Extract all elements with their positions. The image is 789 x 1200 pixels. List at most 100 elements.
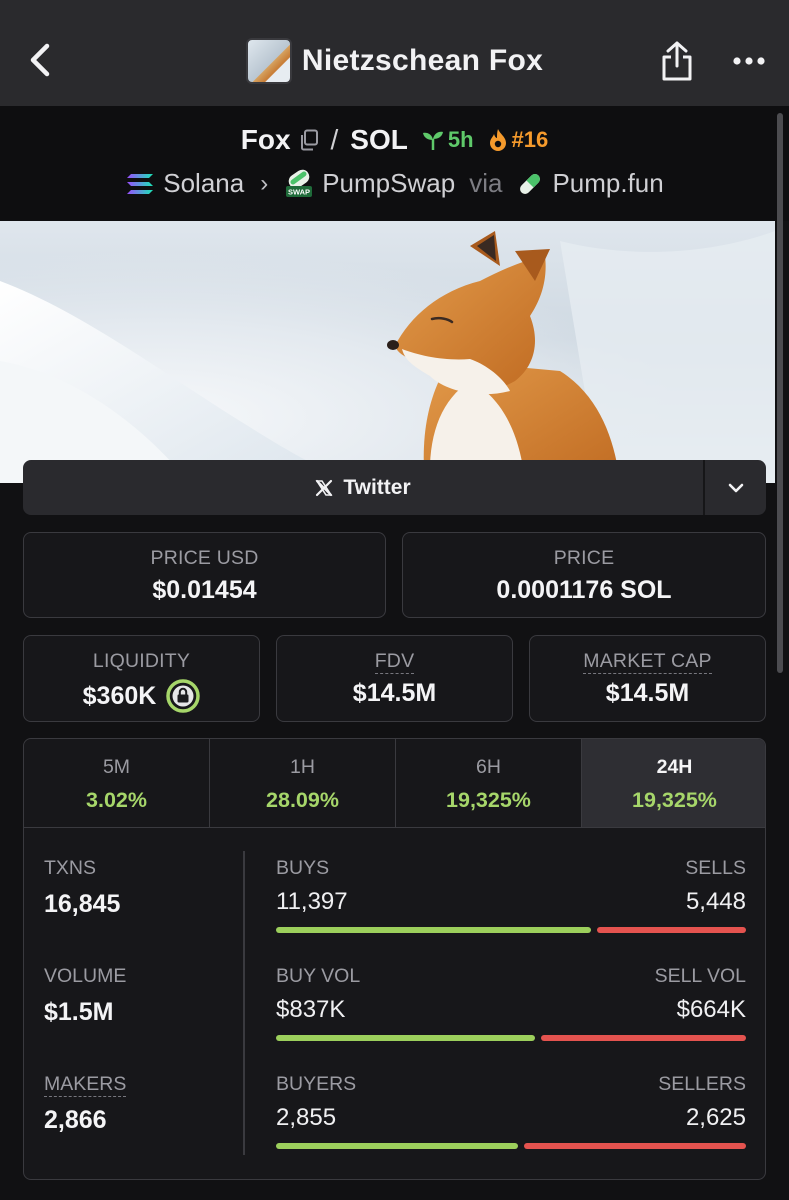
share-icon: [662, 41, 692, 81]
copy-icon[interactable]: [299, 129, 319, 151]
token-avatar: [245, 38, 292, 84]
sell-vol-bar-fill: [541, 1035, 746, 1041]
top-nav-bar: Nietzschean Fox: [0, 0, 789, 106]
txns-label: TXNS: [44, 857, 97, 879]
lock-icon[interactable]: [166, 679, 201, 713]
buy-vol-value: $837K: [276, 996, 346, 1023]
fdv-label[interactable]: FDV: [374, 650, 415, 674]
makers-value: 2,866: [44, 1106, 107, 1134]
txns-metric: TXNS 16,845: [44, 857, 120, 919]
tab-5m[interactable]: 5M 3.02%: [24, 739, 210, 827]
liquidity-card: LIQUIDITY $360K: [23, 635, 260, 722]
quote-symbol: SOL: [350, 124, 408, 155]
fdv-value: $14.5M: [352, 679, 437, 707]
buy-vol-label: BUY VOL: [276, 965, 361, 987]
sell-vol-label: SELL VOL: [654, 965, 746, 987]
buys-sells-bar: [276, 927, 746, 933]
solana-icon: [127, 173, 154, 194]
makers-metric: MAKERS 2,866: [44, 1073, 127, 1135]
liquidity-value: $360K: [82, 681, 157, 710]
sellers-value: 2,625: [685, 1104, 746, 1131]
market-cap-card: MARKET CAP $14.5M: [529, 635, 766, 722]
volume-value: $1.5M: [44, 998, 114, 1026]
buyers-label: BUYERS: [276, 1073, 357, 1095]
pair-title: Fox / SOL 5h #16: [0, 124, 789, 156]
buyers-sellers-split: BUYERS SELLERS 2,855 2,625: [276, 1073, 746, 1149]
sellers-bar-fill: [523, 1143, 746, 1149]
fdv-card: FDV $14.5M: [276, 635, 513, 722]
tab-6h-change: 19,325%: [446, 788, 531, 812]
tab-24h-change: 19,325%: [632, 788, 717, 812]
seedling-icon: [422, 131, 443, 150]
tab-5m-change: 3.02%: [86, 788, 147, 812]
timeframe-tabs: 5M 3.02% 1H 28.09% 6H 19,325% 24H 19,325…: [24, 739, 765, 828]
makers-label[interactable]: MAKERS: [44, 1073, 127, 1097]
tab-5m-label: 5M: [102, 756, 131, 778]
pill-icon: [520, 173, 541, 194]
buys-bar-fill: [276, 927, 592, 933]
buy-sell-volume-split: BUY VOL SELL VOL $837K $664K: [276, 965, 746, 1041]
liquidity-label: LIQUIDITY: [92, 650, 191, 672]
buyers-bar-fill: [276, 1143, 518, 1149]
buyers-value: 2,855: [276, 1104, 337, 1131]
sell-vol-value: $664K: [676, 996, 746, 1023]
trending-rank-badge: #16: [488, 127, 549, 153]
sells-value: 5,448: [685, 888, 746, 915]
chevron-down-icon: [728, 483, 743, 492]
market-cap-value: $14.5M: [605, 679, 690, 707]
tab-1h-label: 1H: [290, 756, 315, 778]
flame-icon: [489, 129, 506, 151]
twitter-button[interactable]: Twitter: [23, 460, 703, 515]
pair-age: 5h: [447, 127, 474, 152]
x-logo-icon: [315, 479, 333, 496]
fox-banner-illustration: [0, 231, 775, 483]
via-text: via: [469, 168, 503, 198]
sells-label: SELLS: [685, 857, 746, 879]
twitter-label: Twitter: [343, 475, 411, 499]
pumpswap-icon: SWAP: [286, 169, 313, 197]
token-banner-image: [0, 221, 775, 483]
trading-stats-panel: 5M 3.02% 1H 28.09% 6H 19,325% 24H 19,325…: [23, 738, 766, 1180]
pair-age-badge: 5h: [422, 127, 474, 153]
price-usd-label: PRICE USD: [150, 547, 259, 569]
sells-bar-fill: [597, 927, 746, 933]
trending-rank: #16: [511, 127, 549, 152]
tab-24h[interactable]: 24H 19,325%: [582, 739, 765, 827]
price-usd-card: PRICE USD $0.01454: [23, 532, 386, 618]
tab-1h[interactable]: 1H 28.09%: [210, 739, 396, 827]
stats-divider: [243, 851, 245, 1155]
chain-link[interactable]: Solana: [163, 168, 244, 199]
scrollbar[interactable]: [777, 113, 783, 673]
dex-link[interactable]: PumpSwap: [322, 168, 455, 199]
tab-24h-label: 24H: [656, 756, 693, 778]
pumpswap-icon-label: SWAP: [288, 187, 310, 196]
buy-sell-volume-bar: [276, 1035, 746, 1041]
price-native-label: PRICE: [553, 547, 615, 569]
buys-label: BUYS: [276, 857, 330, 879]
pair-header: Fox / SOL 5h #16 Solana › SWAP PumpSwap …: [0, 106, 789, 221]
base-symbol: Fox: [240, 124, 291, 155]
buy-vol-bar-fill: [276, 1035, 536, 1041]
social-links-bar: Twitter: [23, 460, 766, 515]
price-native-value: 0.0001176 SOL: [496, 576, 672, 604]
liquidity-value-row: $360K: [24, 679, 259, 713]
token-name: Nietzschean Fox: [301, 44, 544, 77]
social-dropdown-button[interactable]: [705, 460, 766, 515]
ellipsis-icon: [733, 57, 765, 65]
tab-6h-label: 6H: [476, 756, 501, 778]
market-cap-label[interactable]: MARKET CAP: [583, 650, 712, 674]
launchpad-link[interactable]: Pump.fun: [552, 168, 663, 199]
chevron-right-icon: ›: [260, 169, 269, 197]
more-options-button[interactable]: [726, 40, 772, 82]
volume-label: VOLUME: [44, 965, 127, 987]
chain-breadcrumb: Solana › SWAP PumpSwap via Pump.fun: [0, 168, 789, 199]
buyers-sellers-bar: [276, 1143, 746, 1149]
price-usd-value: $0.01454: [152, 576, 257, 604]
price-native-card: PRICE 0.0001176 SOL: [402, 532, 766, 618]
buys-value: 11,397: [276, 888, 348, 915]
share-button[interactable]: [654, 36, 700, 86]
buys-sells-split: BUYS SELLS 11,397 5,448: [276, 857, 746, 933]
tab-1h-change: 28.09%: [266, 788, 339, 812]
tab-6h[interactable]: 6H 19,325%: [396, 739, 582, 827]
sellers-label: SELLERS: [658, 1073, 746, 1095]
